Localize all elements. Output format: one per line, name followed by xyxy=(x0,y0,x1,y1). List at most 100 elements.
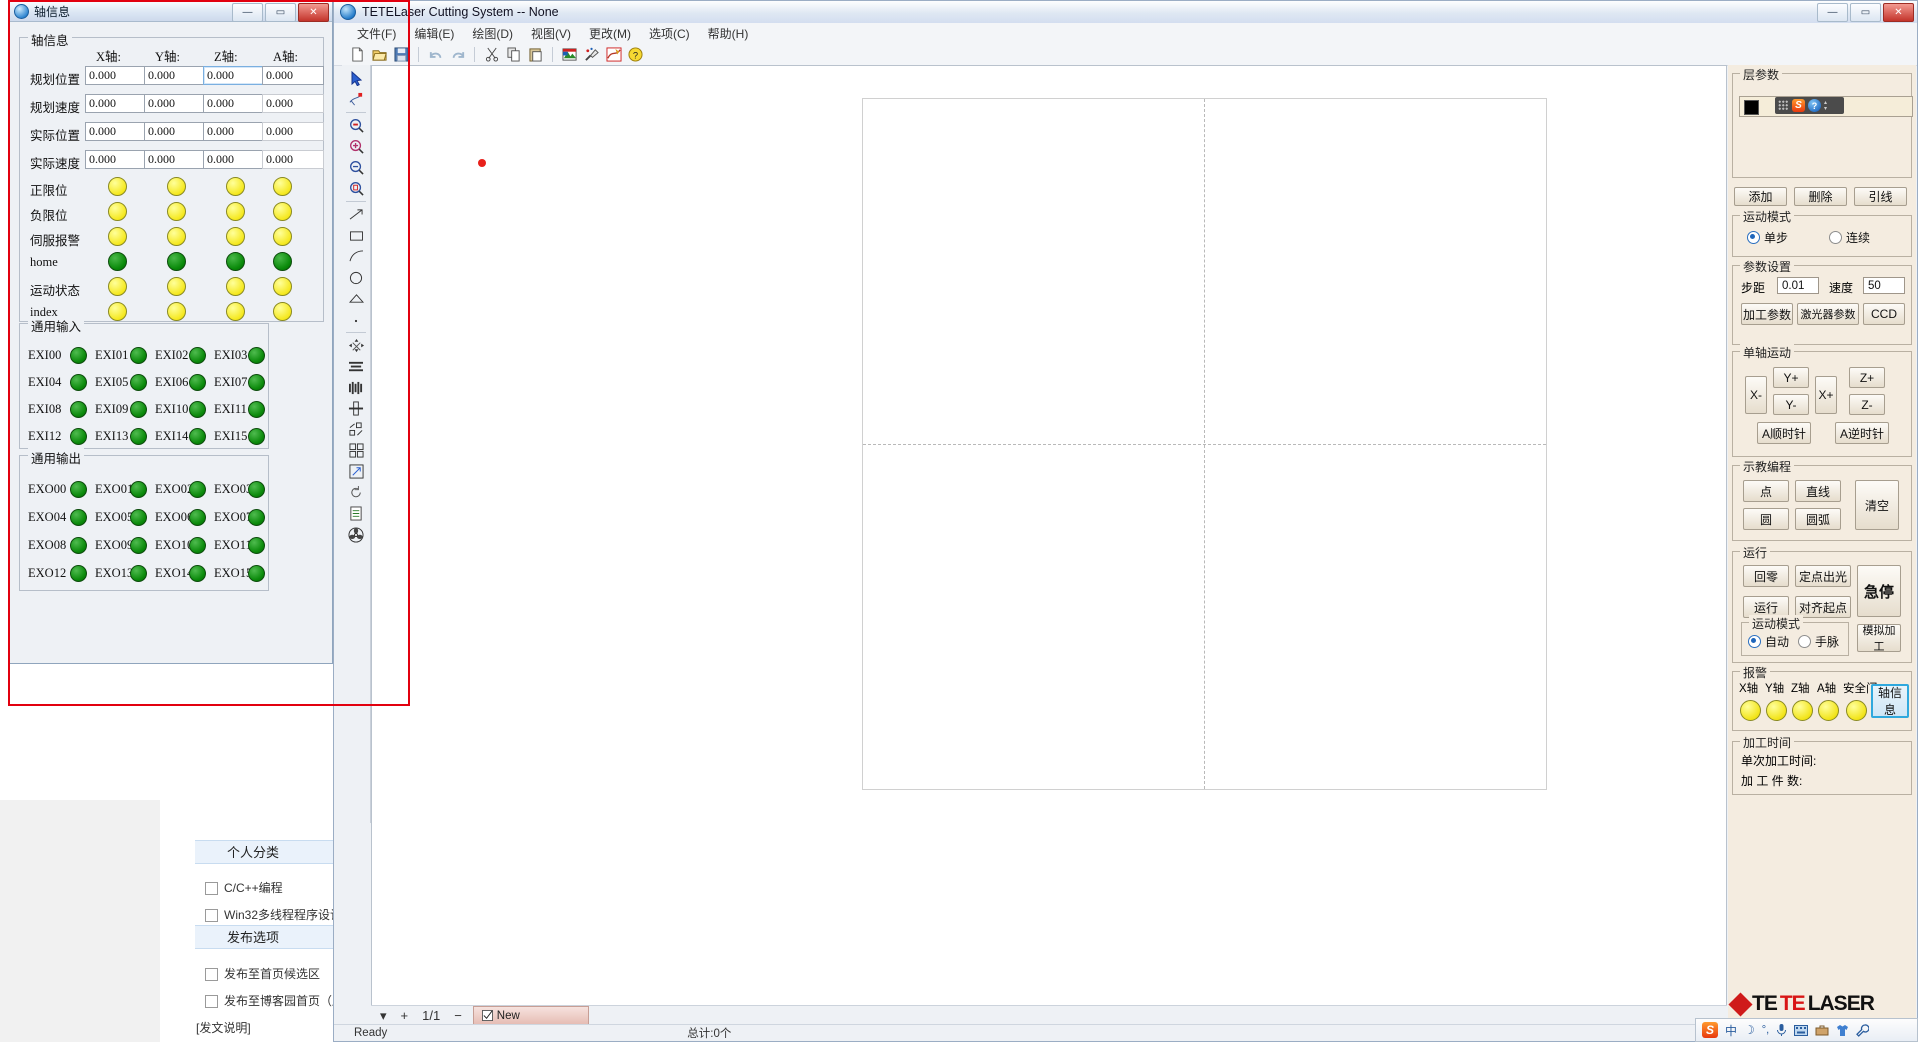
open-folder-icon[interactable] xyxy=(370,45,389,64)
menu-options[interactable]: 选项(C) xyxy=(640,23,699,44)
planned-position-x[interactable]: 0.000 xyxy=(85,66,147,85)
process-params-button[interactable]: 加工参数 xyxy=(1741,303,1793,325)
dot-icon[interactable] xyxy=(345,309,367,330)
simulate-button[interactable]: 模拟加工 xyxy=(1857,624,1901,653)
distribute-icon[interactable] xyxy=(345,377,367,398)
laser-params-button[interactable]: 激光器参数 xyxy=(1797,303,1859,325)
zoom-out-button[interactable]: − xyxy=(451,1008,465,1023)
help-question-icon-ime[interactable]: ? xyxy=(1808,99,1821,112)
copy-icon[interactable] xyxy=(504,45,523,64)
ime-chinese-mode-icon[interactable]: 中 xyxy=(1725,1022,1737,1039)
ime-expand-icon[interactable]: ▴ ▾ xyxy=(1824,100,1827,112)
save-disk-icon[interactable] xyxy=(392,45,411,64)
color-picker-icon[interactable] xyxy=(582,45,601,64)
spot-light-button[interactable]: 定点出光 xyxy=(1795,565,1851,587)
actual-position-a[interactable]: 0.000 xyxy=(262,122,324,141)
zoom-out-icon[interactable] xyxy=(345,157,367,178)
planned-speed-y[interactable]: 0.000 xyxy=(144,94,206,113)
new-file-icon[interactable] xyxy=(348,45,367,64)
planned-speed-a[interactable]: 0.000 xyxy=(262,94,324,113)
menu-help[interactable]: 帮助(H) xyxy=(699,23,758,44)
actual-speed-z[interactable]: 0.000 xyxy=(203,150,265,169)
jog-x-minus-button[interactable]: X- xyxy=(1745,376,1767,414)
jog-x-plus-button[interactable]: X+ xyxy=(1815,376,1837,414)
moon-icon[interactable]: ☽ xyxy=(1744,1023,1755,1037)
planned-position-a[interactable]: 0.000 xyxy=(262,66,324,85)
radio-auto[interactable]: 自动 xyxy=(1748,633,1789,650)
actual-position-z[interactable]: 0.000 xyxy=(203,122,265,141)
transform-icon[interactable] xyxy=(345,335,367,356)
skin-icon[interactable] xyxy=(1836,1024,1849,1037)
circle-icon[interactable] xyxy=(345,267,367,288)
teach-circle-button[interactable]: 圆 xyxy=(1743,508,1789,530)
checkbox-win32[interactable] xyxy=(205,909,218,922)
radio-handwheel[interactable]: 手脉 xyxy=(1798,633,1839,650)
bg-item-note[interactable]: [发文说明] xyxy=(196,1019,251,1036)
array-icon[interactable] xyxy=(345,440,367,461)
close-button[interactable]: ✕ xyxy=(1883,3,1914,22)
jog-y-minus-button[interactable]: Y- xyxy=(1773,394,1809,415)
step-input[interactable]: 0.01 xyxy=(1777,277,1819,294)
work-sheet[interactable] xyxy=(862,98,1547,790)
jog-z-plus-button[interactable]: Z+ xyxy=(1849,367,1885,388)
align-center-icon[interactable] xyxy=(345,398,367,419)
planned-speed-x[interactable]: 0.000 xyxy=(85,94,147,113)
checkbox-publish-home[interactable] xyxy=(205,968,218,981)
radio-continuous[interactable]: 连续 xyxy=(1829,229,1870,246)
minimize-button[interactable]: — xyxy=(1817,3,1848,22)
drawing-canvas[interactable] xyxy=(371,65,1727,1006)
polygon-icon[interactable] xyxy=(345,288,367,309)
sogou-s-icon[interactable]: S xyxy=(1792,99,1805,112)
actual-speed-x[interactable]: 0.000 xyxy=(85,150,147,169)
layer-color-swatch[interactable] xyxy=(1744,100,1759,115)
zoom-window-icon[interactable] xyxy=(345,115,367,136)
bg-item-publish-home[interactable]: 发布至首页候选区 xyxy=(224,965,320,982)
actual-position-y[interactable]: 0.000 xyxy=(144,122,206,141)
align-horizontal-icon[interactable] xyxy=(345,356,367,377)
radio-single-step[interactable]: 单步 xyxy=(1747,229,1788,246)
pointer-icon[interactable] xyxy=(345,68,367,89)
planned-speed-z[interactable]: 0.000 xyxy=(203,94,265,113)
rectangle-icon[interactable] xyxy=(345,225,367,246)
ime-floating-toolbar[interactable]: S ? ▴ ▾ xyxy=(1775,97,1844,114)
microphone-icon[interactable] xyxy=(1776,1023,1787,1037)
teach-point-button[interactable]: 点 xyxy=(1743,480,1789,502)
arc-icon[interactable] xyxy=(345,246,367,267)
pen-color-icon[interactable] xyxy=(604,45,623,64)
menu-modify[interactable]: 更改(M) xyxy=(580,23,640,44)
zoom-in-button[interactable]: + xyxy=(398,1008,412,1023)
align-start-button[interactable]: 对齐起点 xyxy=(1795,596,1851,618)
axis-info-button[interactable]: 轴信息 xyxy=(1871,684,1909,718)
teach-clear-button[interactable]: 清空 xyxy=(1855,480,1899,530)
home-button[interactable]: 回零 xyxy=(1743,565,1789,587)
rotate-icon[interactable] xyxy=(345,482,367,503)
bg-item-cpp[interactable]: C/C++编程 xyxy=(224,879,283,896)
axis-minimize-button[interactable]: — xyxy=(232,3,263,22)
checkbox-publish-blog[interactable] xyxy=(205,995,218,1008)
planned-position-z[interactable]: 0.000 xyxy=(203,66,265,85)
bg-item-win32[interactable]: Win32多线程程序设计 xyxy=(224,906,342,923)
menu-draw[interactable]: 绘图(D) xyxy=(463,23,522,44)
punctuation-icon[interactable]: °, xyxy=(1762,1024,1769,1036)
ccd-button[interactable]: CCD xyxy=(1863,303,1905,325)
palette-icon[interactable] xyxy=(560,45,579,64)
speed-input[interactable]: 50 xyxy=(1863,277,1905,294)
axis-maximize-button[interactable]: ▭ xyxy=(265,3,296,22)
sogou-s-icon-bar[interactable]: S xyxy=(1702,1022,1718,1038)
actual-position-x[interactable]: 0.000 xyxy=(85,122,147,141)
ime-drag-handle-icon[interactable] xyxy=(1778,100,1789,111)
redo-icon[interactable] xyxy=(448,45,467,64)
scatter-icon[interactable] xyxy=(345,419,367,440)
maximize-button[interactable]: ▭ xyxy=(1850,3,1881,22)
cut-scissors-icon[interactable] xyxy=(482,45,501,64)
teach-line-button[interactable]: 直线 xyxy=(1795,480,1841,502)
planned-position-y[interactable]: 0.000 xyxy=(144,66,206,85)
layer-add-button[interactable]: 添加 xyxy=(1734,187,1787,206)
undo-icon[interactable] xyxy=(426,45,445,64)
wrench-icon[interactable] xyxy=(1856,1023,1870,1037)
teach-arc-button[interactable]: 圆弧 xyxy=(1795,508,1841,530)
zoom-in-icon[interactable] xyxy=(345,136,367,157)
checkbox-cpp[interactable] xyxy=(205,882,218,895)
ime-language-bar[interactable]: S 中 ☽ °, xyxy=(1695,1018,1918,1042)
layer-lead-button[interactable]: 引线 xyxy=(1854,187,1907,206)
